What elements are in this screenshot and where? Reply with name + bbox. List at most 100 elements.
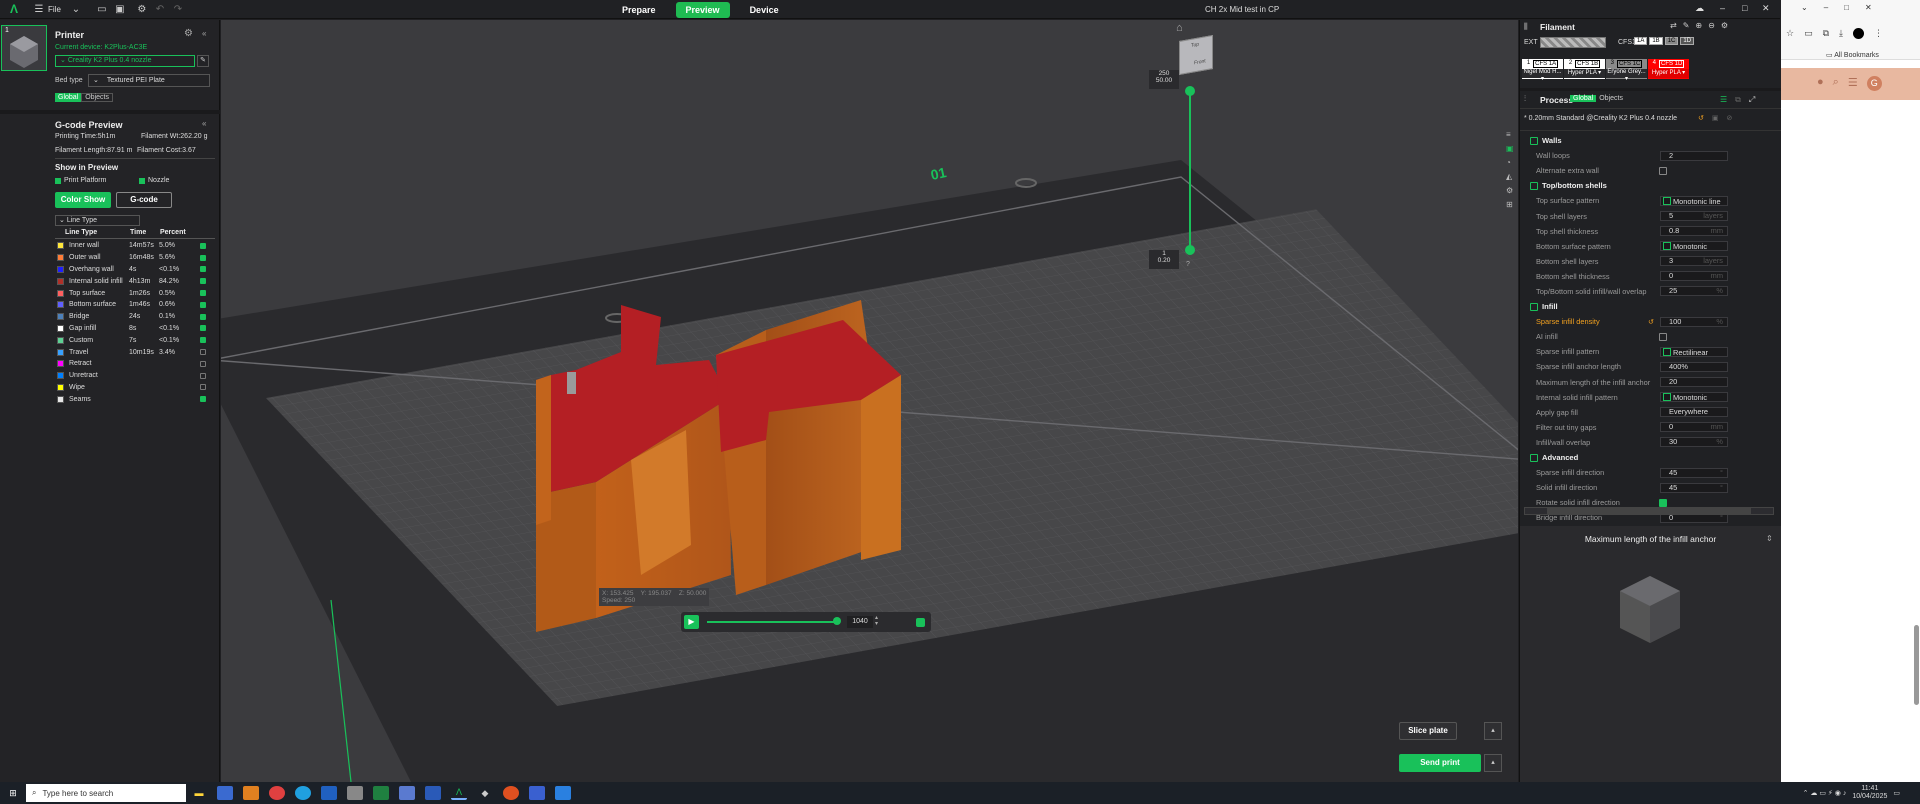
reset-icon[interactable]: ↺	[1648, 318, 1654, 326]
browser-scrollbar[interactable]	[1914, 625, 1919, 705]
setting-input[interactable]: 400%	[1660, 361, 1728, 372]
legend-row[interactable]: Overhang wall 4s <0.1%	[50, 264, 220, 276]
legend-visibility-checkbox[interactable]	[200, 242, 206, 249]
save-icon[interactable]: ▣	[111, 2, 129, 16]
setting-input[interactable]: Everywhere	[1660, 407, 1728, 418]
task-view-icon[interactable]: ▬	[191, 786, 207, 800]
group-walls[interactable]: Walls	[1520, 133, 1770, 148]
setting-input[interactable]: 5 layers	[1660, 211, 1728, 222]
expand-icon[interactable]: ⤢	[1749, 95, 1755, 105]
toggle-objects[interactable]: Objects	[81, 93, 113, 102]
chevron-down-icon[interactable]: ⌄	[67, 2, 85, 16]
app-icon[interactable]	[529, 786, 545, 800]
bed-type-select[interactable]: ⌄ Textured PEI Plate	[88, 74, 210, 87]
edit-printer-icon[interactable]: ✎	[197, 55, 209, 67]
menu-icon[interactable]: ⋮	[1874, 28, 1883, 39]
setting-input[interactable]: 45 °	[1660, 482, 1728, 493]
legend-visibility-checkbox[interactable]	[200, 313, 206, 320]
setting-input[interactable]: 20	[1660, 377, 1728, 388]
slice-options-icon[interactable]: ▴	[1484, 722, 1502, 740]
maximize-icon[interactable]: □	[1844, 3, 1849, 12]
legend-visibility-checkbox[interactable]	[200, 384, 206, 391]
filament-slot[interactable]: 1 CFS 1A Nigel Mod H... ▾	[1522, 59, 1563, 82]
app-icon[interactable]	[347, 786, 363, 800]
download-icon[interactable]: ⤓	[1839, 28, 1843, 39]
slice-plate-button[interactable]: Slice plate	[1399, 722, 1457, 740]
app-icon[interactable]	[503, 786, 519, 800]
stepper-icon[interactable]: ▴ ▾	[875, 615, 878, 627]
setting-checkbox[interactable]	[1659, 166, 1667, 175]
legend-row[interactable]: Outer wall 16m48s 5.6%	[50, 252, 220, 264]
mail-icon[interactable]	[243, 786, 259, 800]
app-icon[interactable]	[399, 786, 415, 800]
bookmarks-folder[interactable]: ▭ All Bookmarks	[1826, 51, 1879, 59]
delete-preset-icon[interactable]: ⊘	[1727, 114, 1733, 122]
tray-icons[interactable]: ⌃ ☁ ▭ ⚡ ◉ ♪	[1803, 789, 1847, 797]
clock[interactable]: 11:41 10/04/2025	[1852, 785, 1887, 801]
move-confirm-button[interactable]	[916, 618, 925, 627]
settings-icon[interactable]: ⚙	[1721, 21, 1728, 30]
legend-visibility-checkbox[interactable]	[200, 372, 206, 379]
setting-input[interactable]: 30%	[1660, 437, 1728, 448]
gcode-button[interactable]: G-code	[116, 192, 172, 208]
avatar[interactable]: G	[1866, 76, 1882, 91]
setting-input[interactable]: 25%	[1660, 286, 1728, 297]
remove-icon[interactable]: ⊖	[1708, 21, 1715, 30]
cfs-badge[interactable]: 1C	[1664, 37, 1679, 45]
app-icon[interactable]	[555, 786, 571, 800]
setting-input[interactable]: 0 mm	[1660, 271, 1728, 282]
legend-row[interactable]: Custom 7s <0.1%	[50, 334, 220, 346]
filament-slot[interactable]: 3 CFS 1C Eryone Grey... ▾	[1606, 59, 1647, 82]
filament-slot-name[interactable]: Hyper PLA ▾	[1564, 69, 1605, 78]
move-slider-handle[interactable]	[833, 617, 841, 625]
legend-row[interactable]: Inner wall 14m57s 5.0%	[50, 240, 220, 252]
filament-slot-name[interactable]: Eryone Grey... ▾	[1606, 69, 1647, 82]
creality-print-icon[interactable]: Λ	[451, 786, 467, 800]
filament-slot[interactable]: 2 CFS 1B Hyper PLA ▾	[1564, 59, 1605, 79]
settings-icon[interactable]: ⚙	[133, 2, 151, 16]
legend-row[interactable]: Wipe	[50, 382, 220, 394]
filament-slot[interactable]: 4 CFS 1D Hyper PLA ▾	[1648, 59, 1689, 79]
legend-visibility-checkbox[interactable]	[200, 337, 206, 344]
nozzle-checkbox[interactable]	[139, 177, 145, 184]
legend-visibility-checkbox[interactable]	[200, 254, 206, 261]
home-icon[interactable]: ⌂	[1176, 22, 1183, 34]
app-icon[interactable]	[321, 786, 337, 800]
windows-start-icon[interactable]: ⊞	[5, 786, 21, 800]
chrome-icon[interactable]	[269, 786, 285, 800]
setting-input[interactable]: 100%	[1660, 316, 1728, 327]
add-icon[interactable]: ⊕	[1695, 21, 1702, 30]
plate-thumbnail[interactable]: 1	[1, 25, 47, 71]
setting-input[interactable]: 45 °	[1660, 467, 1728, 478]
process-toggle-global[interactable]: Global	[1570, 95, 1597, 102]
tab-prepare[interactable]: Prepare	[612, 2, 666, 18]
minimize-icon[interactable]: –	[1720, 3, 1725, 13]
setting-input[interactable]: Monotonic	[1660, 241, 1728, 252]
move-value-input[interactable]: 1040	[847, 616, 873, 628]
print-platform-checkbox[interactable]	[55, 177, 61, 184]
color-show-button[interactable]: Color Show	[55, 192, 111, 208]
send-print-button[interactable]: Send print	[1399, 754, 1481, 772]
toggle-global[interactable]: Global	[55, 93, 82, 102]
search-icon[interactable]: ⌕	[1833, 76, 1839, 91]
chrome-icon[interactable]: ⌄	[1801, 3, 1808, 12]
extensions-icon[interactable]: ⧉	[1823, 28, 1829, 39]
tab-preview[interactable]: Preview	[675, 2, 730, 18]
process-settings-list[interactable]: Walls Wall loops 2 Alternate extra wall Top/…	[1520, 133, 1770, 586]
legend-row[interactable]: Bridge 24s 0.1%	[50, 311, 220, 323]
filament-slot-name[interactable]: Hyper PLA ▾	[1648, 69, 1689, 78]
group-advanced[interactable]: Advanced	[1520, 450, 1770, 465]
build-plate-scene[interactable]: 01	[221, 20, 1518, 782]
support-icon[interactable]: ◭	[1506, 172, 1518, 181]
undo-icon[interactable]: ↶	[151, 2, 169, 16]
close-icon[interactable]: ✕	[1865, 3, 1872, 12]
minimize-icon[interactable]: –	[1824, 3, 1828, 12]
legend-row[interactable]: Gap infill 8s <0.1%	[50, 323, 220, 335]
group-top_bottom[interactable]: Top/bottom shells	[1520, 178, 1770, 193]
compare-icon[interactable]: ⧉	[1735, 95, 1741, 105]
copilot-icon[interactable]	[217, 786, 233, 800]
3d-viewport[interactable]: 01 ⌂ Top Front 250 50.00 1 0.20 ? ≡ ▣ ◔ …	[221, 20, 1518, 782]
settings-gear-icon[interactable]: ⚙	[1506, 186, 1518, 195]
legend-row[interactable]: Travel 10m19s 3.4%	[50, 346, 220, 358]
legend-row[interactable]: Unretract	[50, 370, 220, 382]
